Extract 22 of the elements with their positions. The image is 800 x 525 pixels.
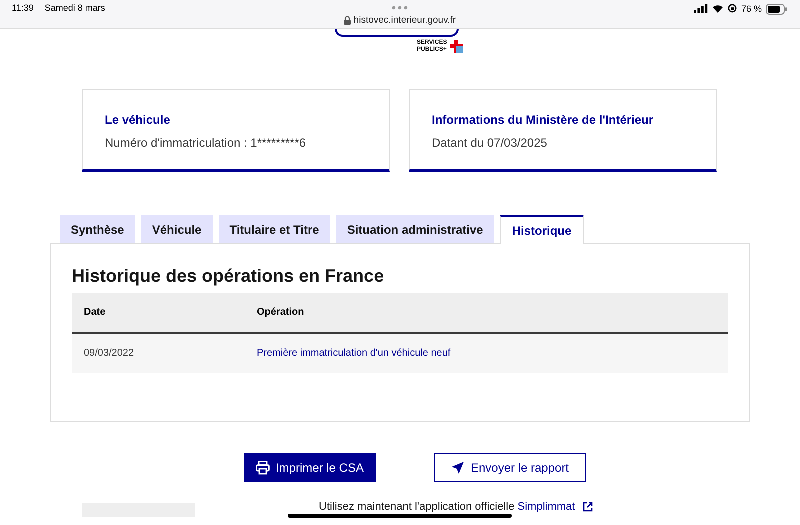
operation-link[interactable]: Première immatriculation d'un véhicule neuf <box>257 348 451 359</box>
table-cell-text: 09/03/2022 <box>83 348 136 359</box>
card-title: Le véhicule <box>105 113 172 127</box>
print-button[interactable]: Imprimer le CSA <box>244 453 376 482</box>
tab[interactable]: Véhicule <box>141 215 213 243</box>
tab[interactable]: Titulaire et Titre <box>218 215 330 243</box>
app-link[interactable]: Simplimmat <box>518 501 576 513</box>
section-title: Historique des opérations en France <box>72 266 386 287</box>
status-time: 11:39 <box>12 3 34 13</box>
address-bar-url[interactable]: histovec.interieur.gouv.fr <box>354 15 456 26</box>
column-header: Date <box>83 307 107 318</box>
status-date: Samedi 8 mars <box>44 3 106 13</box>
card-title: Informations du Ministère de l'Intérieur <box>432 113 655 127</box>
promo-text: Utilisez maintenant l'application officielle Simplimmat <box>319 501 576 513</box>
send-button[interactable]: Envoyer le rapport <box>434 453 586 482</box>
column-header: Opération <box>256 307 304 318</box>
card-text: Numéro d'immatriculation : 1*********6 <box>105 136 308 150</box>
battery-percent: 76 % <box>741 4 762 14</box>
tab[interactable]: Situation administrative <box>336 215 494 243</box>
tab[interactable]: Synthèse <box>60 215 136 243</box>
card-text: Datant du 07/03/2025 <box>432 136 548 150</box>
tab[interactable]: Historique <box>500 215 584 244</box>
